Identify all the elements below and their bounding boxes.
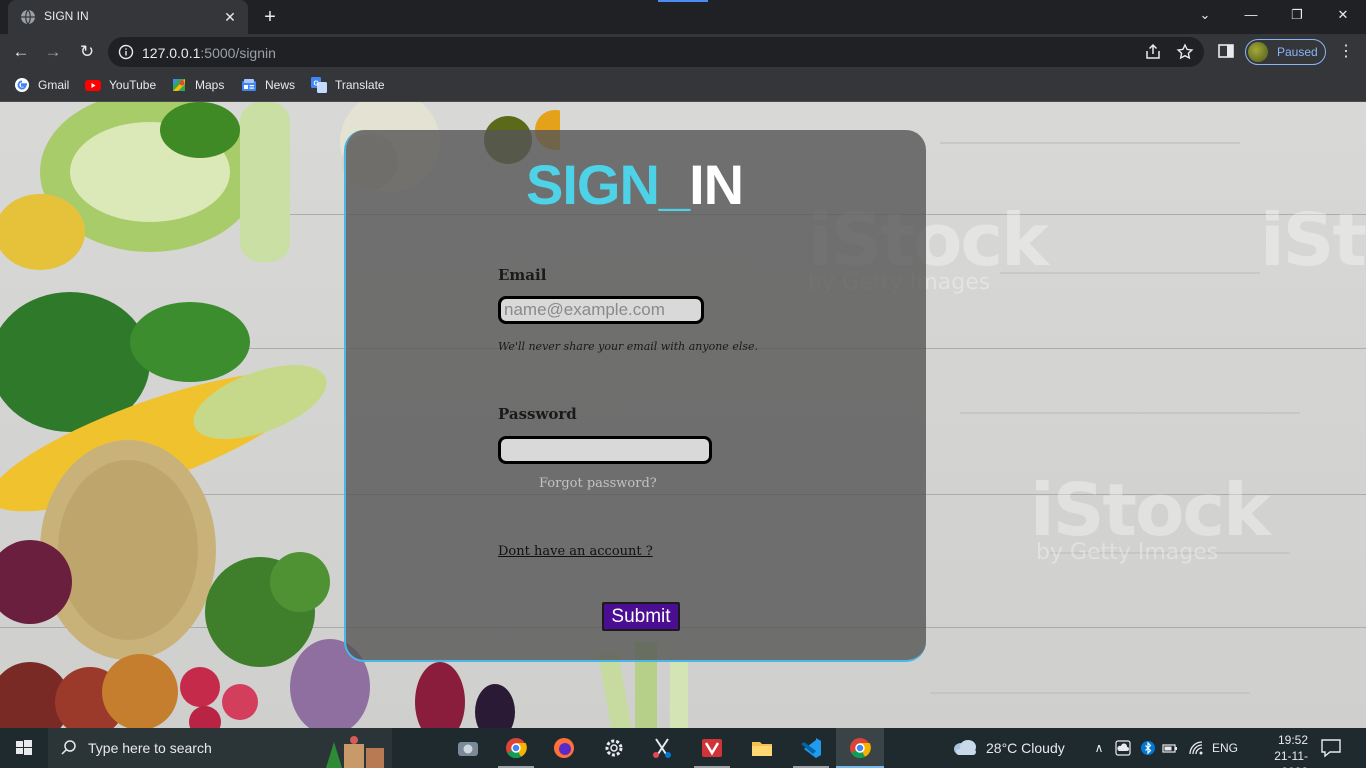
bookmark-label: Translate [335, 78, 385, 92]
taskbar-settings-app[interactable] [590, 728, 638, 768]
title-part-underscore: _ [658, 153, 690, 216]
taskbar-search[interactable]: Type here to search [48, 728, 392, 768]
bookmark-label: Maps [195, 78, 225, 92]
system-clock[interactable]: 19:52 21-11-2022 [1254, 732, 1308, 768]
bookmark-gmail[interactable]: Gmail [14, 77, 74, 95]
gear-icon [605, 739, 623, 757]
url-text: 127.0.0.1:5000/signin [142, 45, 276, 61]
bluetooth-icon[interactable] [1140, 740, 1156, 756]
search-highlight-icon [326, 736, 384, 768]
submit-button[interactable]: Submit [602, 602, 680, 631]
bookmark-star-icon[interactable] [1176, 43, 1194, 61]
side-panel-icon[interactable] [1217, 42, 1235, 60]
windows-start-icon[interactable] [0, 728, 48, 768]
tab-signin[interactable]: SIGN IN ✕ [8, 0, 248, 34]
maps-icon [173, 79, 185, 91]
chrome-icon [506, 738, 527, 759]
tab-title: SIGN IN [44, 9, 89, 23]
share-icon[interactable] [1144, 43, 1162, 61]
bookmark-youtube[interactable]: YouTube [85, 77, 159, 95]
globe-icon [21, 9, 35, 25]
search-placeholder: Type here to search [88, 740, 212, 756]
watermark-tagline: by Getty Images [1036, 540, 1219, 565]
close-window-button[interactable]: ✕ [1320, 0, 1366, 30]
url-path: :5000/signin [200, 45, 276, 61]
wood-grain [930, 692, 1250, 694]
taskbar-explorer-app[interactable] [738, 728, 786, 768]
search-icon [61, 740, 76, 755]
url-host: 127.0.0.1 [142, 45, 201, 61]
chrome-icon [850, 738, 871, 759]
weather-text: 28°C Cloudy [986, 740, 1065, 756]
battery-icon[interactable] [1162, 740, 1178, 756]
restore-button[interactable]: ❐ [1274, 0, 1320, 30]
email-help-text: We'll never share your email with anyone… [498, 340, 758, 353]
scissors-icon [653, 738, 671, 758]
tab-search-chevron-icon[interactable]: ⌄ [1182, 0, 1228, 30]
taskbar-v2-app[interactable] [688, 728, 736, 768]
info-icon[interactable] [118, 44, 134, 60]
bookmark-label: News [265, 78, 296, 92]
firefox-icon [554, 738, 574, 758]
address-bar[interactable]: 127.0.0.1:5000/signin [108, 37, 1204, 67]
clock-time: 19:52 [1277, 733, 1308, 747]
bookmark-translate[interactable]: G Translate [311, 77, 387, 95]
bookmark-label: YouTube [109, 78, 157, 92]
taskbar-firefox-app[interactable] [540, 728, 588, 768]
browser-toolbar: ← → ↻ 127.0.0.1:5000/signin Paused ⋮ [0, 34, 1366, 70]
password-label: Password [498, 405, 577, 423]
password-field[interactable] [498, 436, 712, 464]
new-tab-button[interactable]: + [258, 5, 282, 29]
page-viewport: iStock by Getty Images iStock iStock by … [0, 102, 1366, 728]
taskbar-snip-app[interactable] [638, 728, 686, 768]
taskbar-vscode-app[interactable] [787, 728, 835, 768]
back-button[interactable]: ← [8, 39, 34, 65]
email-label: Email [498, 266, 547, 284]
reload-button[interactable]: ↻ [74, 39, 100, 65]
taskbar-chrome-app[interactable] [492, 728, 540, 768]
avatar [1248, 42, 1268, 62]
drag-accent [658, 0, 708, 2]
bookmarks-bar: Gmail YouTube Maps News G Translate [0, 70, 1366, 102]
browser-tab-strip: SIGN IN ✕ + ⌄ — ❐ ✕ [0, 0, 1366, 34]
bookmark-label: Gmail [38, 78, 70, 92]
profile-button[interactable]: Paused [1245, 39, 1326, 65]
folder-icon [752, 742, 772, 756]
language-indicator[interactable]: ENG [1212, 741, 1238, 755]
forgot-password-link[interactable]: Forgot password? [539, 476, 657, 491]
bookmark-maps[interactable]: Maps [171, 77, 229, 95]
close-tab-icon[interactable]: ✕ [220, 7, 240, 27]
wood-grain [940, 142, 1240, 144]
taskbar-camera-app[interactable] [444, 728, 492, 768]
forward-button[interactable]: → [40, 39, 66, 65]
taskbar-chrome-active-app[interactable] [836, 728, 884, 768]
profile-status: Paused [1277, 45, 1318, 59]
onedrive-icon[interactable] [1115, 740, 1131, 756]
notification-icon[interactable] [1320, 738, 1342, 758]
google-icon [15, 78, 29, 92]
signup-link[interactable]: Dont have an account ? [498, 544, 653, 559]
page-title: SIGN_IN [526, 152, 744, 217]
vscode-icon [801, 738, 821, 758]
title-part-sign: SIGN [526, 153, 660, 216]
bookmark-news[interactable]: News [241, 77, 297, 95]
v-app-icon [702, 739, 722, 757]
watermark-logo: iStock [1260, 198, 1366, 282]
email-field[interactable] [498, 296, 704, 324]
chevron-up-icon[interactable]: ∧ [1091, 740, 1107, 756]
translate-icon: G [311, 77, 327, 93]
minimize-button[interactable]: — [1228, 0, 1274, 30]
taskbar: Type here to search 28°C Cloudy ∧ ENG 19… [0, 728, 1366, 768]
svg-text:G: G [314, 81, 320, 88]
news-icon [242, 79, 256, 91]
wood-grain [960, 412, 1300, 414]
more-options-icon[interactable]: ⋮ [1336, 39, 1356, 65]
wifi-icon[interactable] [1188, 740, 1204, 756]
youtube-icon [85, 80, 101, 91]
signin-card: SIGN_IN Email We'll never share your ema… [344, 130, 926, 662]
camera-icon [458, 742, 478, 756]
title-part-in: IN [689, 153, 744, 216]
cloud-icon [954, 740, 976, 755]
clock-date: 21-11-2022 [1274, 749, 1308, 768]
